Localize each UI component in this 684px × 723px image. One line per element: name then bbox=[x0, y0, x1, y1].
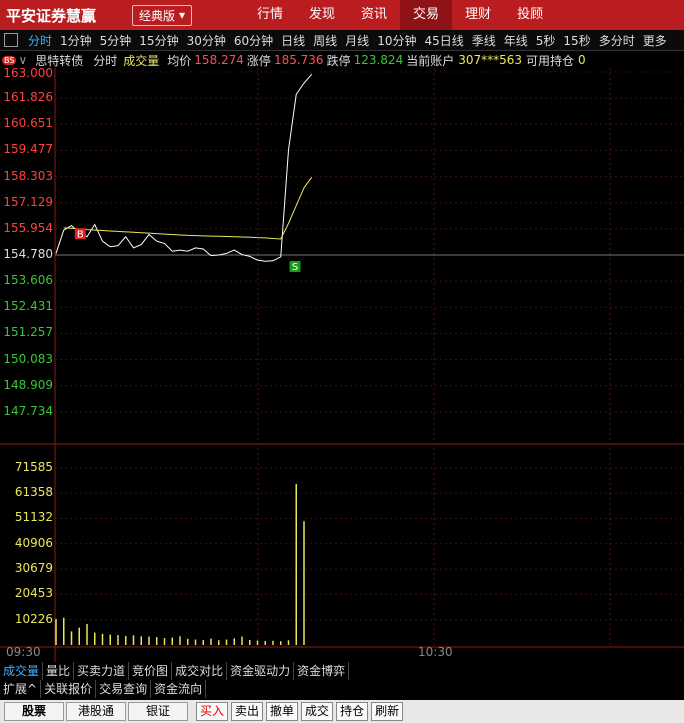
volume-tick-3: 40906 bbox=[14, 535, 53, 550]
time-tick-0: 09:30 bbox=[6, 645, 41, 659]
account-label: 当前账户 bbox=[406, 53, 455, 68]
account-value: 307***563 bbox=[458, 53, 523, 67]
app-title: 平安证券慧赢 bbox=[6, 6, 97, 25]
price-tick-4: 158.303 bbox=[3, 168, 53, 183]
sub-tab-1[interactable]: 关联报价 bbox=[41, 680, 97, 698]
period-tab-15[interactable]: 多分时 bbox=[595, 32, 639, 49]
time-tick-1: 10:30 bbox=[418, 645, 453, 659]
indicator-tab-4[interactable]: 成交对比 bbox=[172, 662, 228, 680]
sub-tab-3[interactable]: 资金流向 bbox=[151, 680, 207, 698]
price-tick-10: 151.257 bbox=[3, 325, 53, 340]
price-tick-12: 148.909 bbox=[3, 377, 53, 392]
edition-dropdown[interactable]: 经典版 ▾ bbox=[132, 4, 193, 26]
price-tick-6: 155.954 bbox=[3, 220, 53, 235]
avg-price-value: 158.274 bbox=[194, 53, 244, 67]
price-tick-8: 153.606 bbox=[3, 273, 53, 288]
trade-button-5[interactable]: 刷新 bbox=[371, 702, 404, 721]
period-tab-0[interactable]: 分时 bbox=[24, 32, 56, 49]
sub-tabs: 扩展^ 关联报价 交易查询 资金流向 bbox=[0, 680, 207, 698]
segment-2[interactable]: 银证 bbox=[128, 702, 188, 721]
buy-marker-label: B bbox=[77, 229, 84, 240]
trade-button-4[interactable]: 持仓 bbox=[336, 702, 369, 721]
volume-tick-1: 61358 bbox=[14, 485, 53, 500]
indicator-tab-5[interactable]: 资金驱动力 bbox=[227, 662, 295, 680]
sub-tab-0[interactable]: 扩展^ bbox=[0, 680, 42, 698]
segment-1[interactable]: 港股通 bbox=[66, 702, 126, 721]
nav-item-0[interactable]: 行情 bbox=[244, 0, 296, 30]
period-tab-8[interactable]: 月线 bbox=[341, 32, 373, 49]
limit-up-label: 涨停 bbox=[246, 53, 271, 68]
collapse-icon[interactable]: ∨ bbox=[18, 53, 27, 67]
volume-tick-6: 10226 bbox=[14, 611, 53, 626]
indicator-tabs: 成交量 量比 买卖力道 竞价图 成交对比 资金驱动力 资金博弈 bbox=[0, 662, 350, 680]
indicator-tab-1[interactable]: 量比 bbox=[43, 662, 75, 680]
bs-badge[interactable]: BS bbox=[2, 55, 17, 65]
price-tick-0: 163.000 bbox=[3, 66, 53, 80]
avg-price-label: 均价 bbox=[167, 53, 192, 68]
intraday-chart[interactable]: BS bbox=[0, 68, 684, 662]
period-tab-9[interactable]: 10分钟 bbox=[373, 32, 420, 49]
volume-tick-4: 30679 bbox=[14, 561, 53, 576]
price-tick-13: 147.734 bbox=[3, 403, 53, 418]
period-tab-11[interactable]: 季线 bbox=[468, 32, 500, 49]
price-tick-5: 157.129 bbox=[3, 194, 53, 209]
indicator-tab-6[interactable]: 资金博弈 bbox=[294, 662, 350, 680]
avg-price-line bbox=[63, 177, 313, 240]
main-nav: 行情 发现 资讯 交易 理财 投顾 bbox=[244, 0, 556, 30]
price-tick-9: 152.431 bbox=[3, 299, 53, 314]
segment-0[interactable]: 股票 bbox=[4, 702, 64, 721]
trade-button-1[interactable]: 卖出 bbox=[231, 702, 264, 721]
price-line bbox=[55, 73, 313, 262]
chevron-down-icon: ▾ bbox=[179, 8, 186, 22]
nav-item-5[interactable]: 投顾 bbox=[504, 0, 556, 30]
edition-label: 经典版 bbox=[139, 8, 176, 23]
price-tick-1: 161.826 bbox=[3, 90, 53, 105]
nav-item-3[interactable]: 交易 bbox=[400, 0, 453, 30]
panel-toggle-icon[interactable] bbox=[4, 33, 18, 47]
trade-bar: 股票 港股通 银证 买入 卖出 撤单 成交 持仓 刷新 bbox=[0, 700, 684, 723]
period-tab-1[interactable]: 1分钟 bbox=[56, 32, 96, 49]
holding-value: 0 bbox=[578, 53, 586, 67]
indicator-tab-3[interactable]: 竞价图 bbox=[129, 662, 173, 680]
volume-tick-5: 20453 bbox=[14, 586, 53, 601]
trade-button-2[interactable]: 撤单 bbox=[266, 702, 299, 721]
price-tick-2: 160.651 bbox=[3, 116, 53, 131]
price-tick-7: 154.780 bbox=[3, 247, 53, 261]
period-tab-4[interactable]: 30分钟 bbox=[183, 32, 230, 49]
volume-label: 成交量 bbox=[123, 53, 160, 68]
volume-tick-2: 51132 bbox=[14, 510, 53, 525]
info-bar: BS ∨ 思特转债 分时 成交量 均价 158.274 涨停 185.736 跌… bbox=[0, 51, 684, 69]
sell-marker-label: S bbox=[292, 262, 298, 273]
period-bar: 分时 1分钟 5分钟 15分钟 30分钟 60分钟 日线 周线 月线 10分钟 45日线 季线 年线 5秒… bbox=[0, 30, 684, 51]
period-tab-14[interactable]: 15秒 bbox=[559, 32, 594, 49]
holding-label: 可用持仓 bbox=[526, 53, 575, 68]
nav-item-4[interactable]: 理财 bbox=[452, 0, 504, 30]
period-tab-5[interactable]: 60分钟 bbox=[230, 32, 277, 49]
top-bar: 平安证券慧赢 经典版 ▾ 行情 发现 资讯 交易 理财 投顾 bbox=[0, 0, 684, 30]
trade-actions: 买入 卖出 撤单 成交 持仓 刷新 bbox=[196, 702, 406, 721]
volume-tick-0: 71585 bbox=[14, 459, 53, 474]
nav-item-1[interactable]: 发现 bbox=[296, 0, 348, 30]
trade-button-0[interactable]: 买入 bbox=[196, 702, 229, 721]
indicator-tab-0[interactable]: 成交量 bbox=[0, 662, 44, 680]
period-tab-2[interactable]: 5分钟 bbox=[96, 32, 136, 49]
trade-button-3[interactable]: 成交 bbox=[301, 702, 334, 721]
period-tab-16[interactable]: 更多 bbox=[639, 32, 671, 49]
limit-down-value: 123.824 bbox=[353, 53, 404, 67]
indicator-tab-2[interactable]: 买卖力道 bbox=[74, 662, 130, 680]
mode-label: 分时 bbox=[93, 53, 118, 68]
price-tick-3: 159.477 bbox=[3, 142, 53, 157]
period-tab-10[interactable]: 45日线 bbox=[420, 32, 467, 49]
period-tab-6[interactable]: 日线 bbox=[277, 32, 309, 49]
period-tab-3[interactable]: 15分钟 bbox=[135, 32, 182, 49]
sub-tab-2[interactable]: 交易查询 bbox=[96, 680, 152, 698]
limit-up-value: 185.736 bbox=[273, 53, 324, 67]
period-tab-12[interactable]: 年线 bbox=[500, 32, 532, 49]
period-tab-13[interactable]: 5秒 bbox=[532, 32, 560, 49]
period-tab-7[interactable]: 周线 bbox=[309, 32, 341, 49]
market-segment: 股票 港股通 银证 bbox=[4, 702, 190, 721]
limit-down-label: 跌停 bbox=[326, 53, 351, 68]
nav-item-2[interactable]: 资讯 bbox=[348, 0, 400, 30]
price-tick-11: 150.083 bbox=[3, 351, 53, 366]
